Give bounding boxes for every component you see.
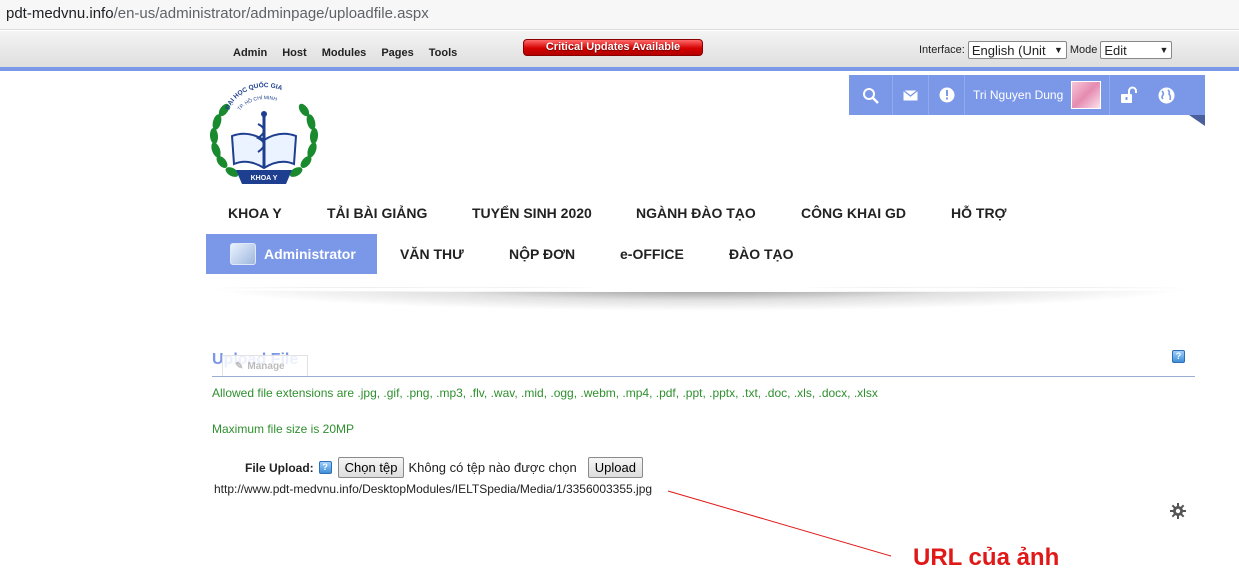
annotation-arrow-line bbox=[667, 490, 892, 557]
page: pdt-medvnu.info/en-us/administrator/admi… bbox=[0, 0, 1239, 587]
annotation-label: URL của ảnh bbox=[913, 544, 1060, 571]
